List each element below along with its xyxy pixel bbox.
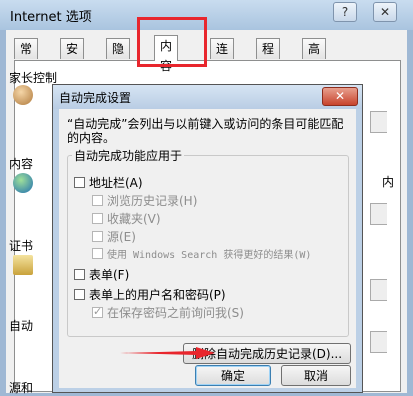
- option-label: 收藏夹(V): [107, 212, 161, 226]
- tab-privacy[interactable]: 隐私: [106, 38, 131, 76]
- tab-programs[interactable]: 程序: [256, 38, 281, 76]
- option-forms[interactable]: 表单(F): [74, 266, 129, 283]
- checkbox[interactable]: [92, 195, 103, 206]
- certificates-label: 证书: [9, 239, 34, 253]
- option-label: 地址栏(A): [89, 176, 143, 190]
- globe-icon: [13, 173, 33, 193]
- tab-general[interactable]: 常规: [14, 38, 39, 76]
- help-button[interactable]: ?: [333, 2, 357, 22]
- option-label: 表单上的用户名和密码(P): [89, 288, 226, 302]
- checkbox[interactable]: [92, 213, 103, 224]
- dialog-titlebar: 自动完成设置 ✕: [53, 85, 362, 109]
- parental-control-icon: [13, 85, 33, 105]
- dialog-title: 自动完成设置: [59, 91, 132, 105]
- highlight-box: [137, 17, 207, 67]
- fieldset-legend: 自动完成功能应用于: [72, 147, 185, 164]
- option-favorites[interactable]: 收藏夹(V): [92, 210, 161, 227]
- content-advisor-right-label: 内: [382, 175, 395, 189]
- autocomplete-fieldset: 自动完成功能应用于 地址栏(A) 浏览历史记录(H) 收藏夹(V) 源(E) 使…: [67, 147, 349, 337]
- checkbox[interactable]: [74, 289, 85, 300]
- option-label: 浏览历史记录(H): [107, 194, 198, 208]
- panel-button-edge[interactable]: [370, 203, 387, 225]
- window-title: Internet 选项: [10, 10, 92, 25]
- arrow-icon: [120, 347, 215, 359]
- content-advisor-label: 内容: [9, 157, 34, 171]
- tab-security[interactable]: 安全: [60, 38, 85, 76]
- panel-button-edge[interactable]: [370, 279, 387, 301]
- feeds-label: 源和: [9, 381, 34, 395]
- option-label: 使用 Windows Search 获得更好的结果(W): [107, 250, 312, 261]
- option-ask-before-saving[interactable]: 在保存密码之前询问我(S): [92, 304, 244, 321]
- dialog-description: “自动完成”会列出与以前键入或访问的条目可能匹配的内容。: [67, 117, 344, 145]
- autocomplete-label: 自动: [9, 319, 34, 333]
- option-address-bar[interactable]: 地址栏(A): [74, 174, 143, 191]
- arrow-annotation: [120, 347, 215, 359]
- option-label: 源(E): [107, 230, 136, 244]
- option-label: 表单(F): [89, 268, 130, 282]
- option-windows-search[interactable]: 使用 Windows Search 获得更好的结果(W): [92, 246, 311, 261]
- tab-advanced[interactable]: 高级: [302, 38, 327, 76]
- option-label: 在保存密码之前询问我(S): [107, 306, 244, 320]
- checkbox[interactable]: [74, 177, 85, 188]
- panel-button-edge[interactable]: [370, 111, 387, 133]
- option-usernames-passwords[interactable]: 表单上的用户名和密码(P): [74, 286, 226, 303]
- option-feeds[interactable]: 源(E): [92, 228, 136, 245]
- parental-control-label: 家长控制: [9, 71, 58, 85]
- checkbox[interactable]: [92, 231, 103, 242]
- checkbox[interactable]: [74, 269, 85, 280]
- dialog-close-button[interactable]: ✕: [322, 87, 358, 106]
- close-button[interactable]: ✕: [373, 2, 397, 22]
- ok-button[interactable]: 确定: [195, 365, 271, 386]
- certificate-icon: [13, 255, 33, 275]
- cancel-button[interactable]: 取消: [281, 365, 351, 386]
- checkbox[interactable]: [92, 305, 103, 318]
- option-browsing-history[interactable]: 浏览历史记录(H): [92, 192, 197, 209]
- tab-connections[interactable]: 连接: [210, 38, 235, 76]
- panel-button-edge[interactable]: [370, 331, 387, 353]
- checkbox[interactable]: [92, 248, 103, 259]
